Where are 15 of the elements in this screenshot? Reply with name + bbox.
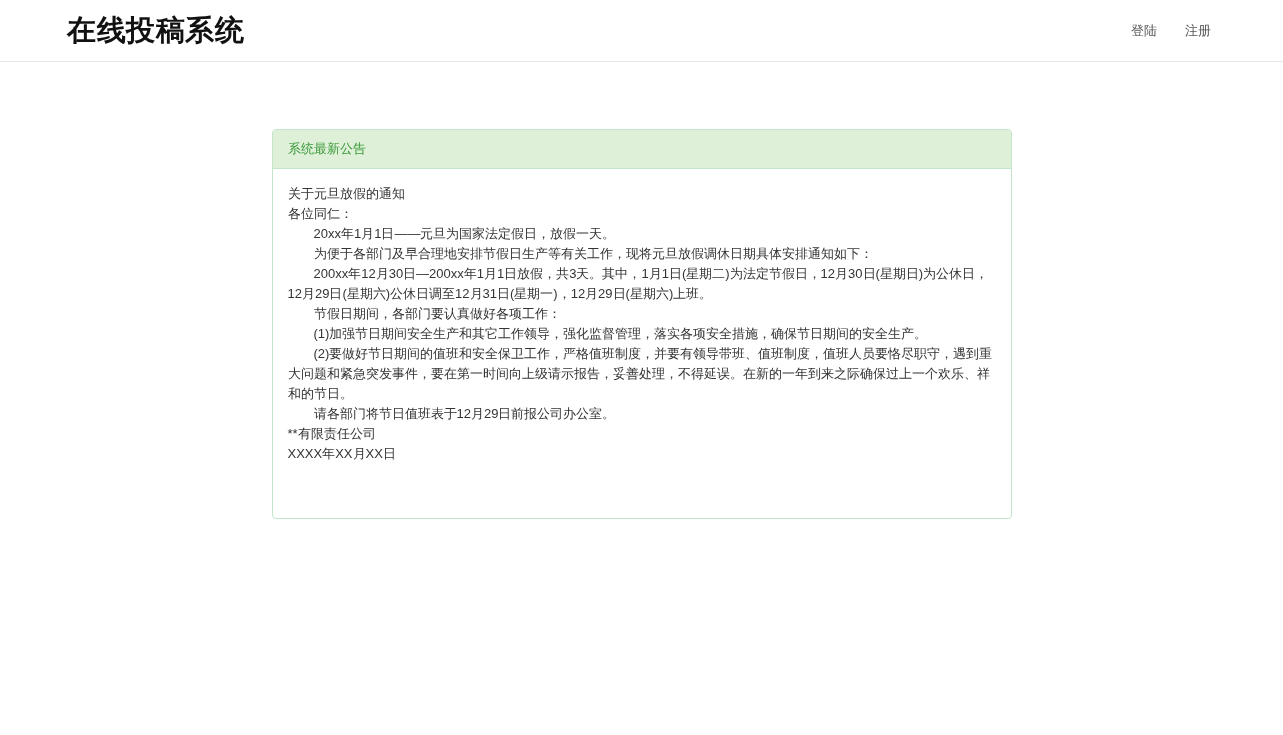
nav-link[interactable]: 登陆 [1131, 21, 1157, 40]
notice-paragraph: **有限责任公司 [287, 425, 377, 443]
site-title: 在线投稿系统 [67, 12, 245, 48]
notice-paragraph: (1)加强节日期间安全生产和其它工作领导，强化监督管理，落实各项安全措施，确保节日期间的安全生产。 [312, 325, 929, 343]
notice-paragraph: 请各部门将节日值班表于12月29日前报公司办公室。 [312, 405, 617, 423]
nav-link[interactable]: 注册 [1185, 21, 1211, 40]
notice-paragraph: 200xx年12月30日—200xx年1月1日放假，共3天。其中，1月1日(星期二)为法定节假日，12月30日(星期日)为公休日，12月29日(星期六)公休日调至12月31日(星期一)，12月29日(星期六)上班。 [287, 265, 990, 303]
notice-paragraph: 为便于各部门及早合理地安排节假日生产等有关工作，现将元旦放假调休日期具体安排通知如下： [312, 245, 874, 263]
notice-paragraph: XXXX年XX月XX日 [287, 445, 397, 463]
notice-paragraph: 节假日期间，各部门要认真做好各项工作： [312, 305, 562, 323]
notice-paragraph: 各位同仁： [287, 205, 354, 223]
notice-paragraph: 关于元旦放假的通知 [287, 185, 406, 203]
notice-paragraph: (2)要做好节日期间的值班和安全保卫工作，严格值班制度，并要有领导带班、值班制度，值班人员要恪尽职守，遇到重大问题和紧急突发事件，要在第一时间向上级请示报告，妥善处理，不得延误。在新的一年到来之际确保过上一个欢乐、祥和的节日。 [287, 345, 994, 403]
panel-heading: 系统最新公告 [272, 130, 1011, 169]
notice-paragraph: 20xx年1月1日——元旦为国家法定假日，放假一天。 [312, 225, 617, 243]
